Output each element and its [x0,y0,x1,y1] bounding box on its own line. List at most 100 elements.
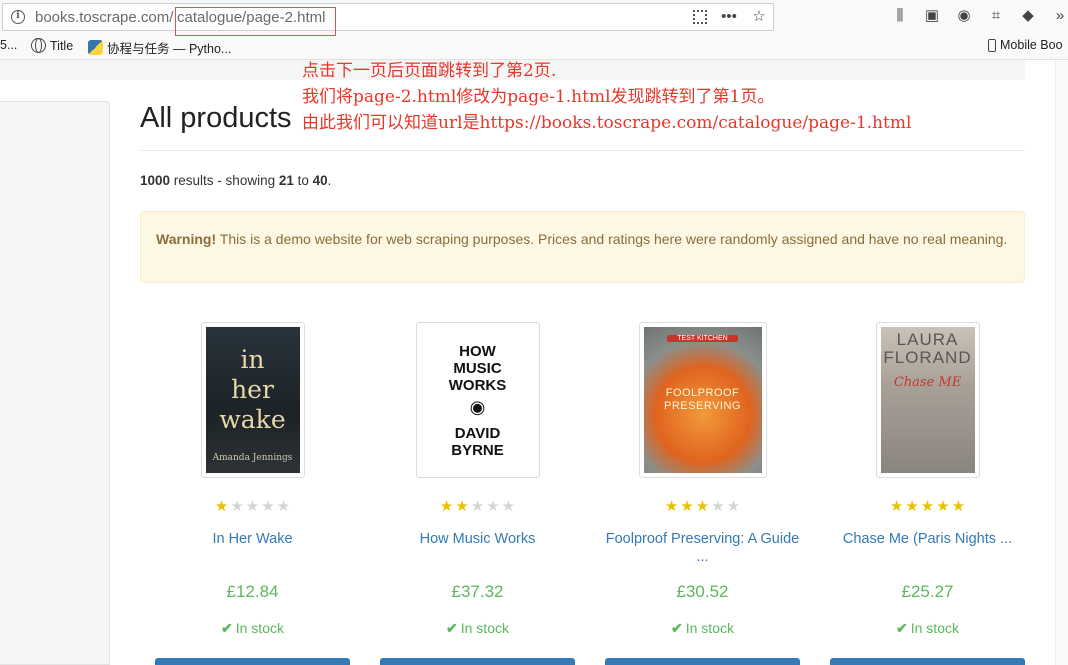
bookmark-title[interactable]: Title [31,38,73,53]
star-icon: ★ [501,498,516,515]
bookmark-label: 协程与任务 — Pytho... [107,42,232,56]
bookmark-label: 5... [0,38,18,52]
bookmark-label: Title [50,38,74,53]
star-icon: ★ [486,498,500,515]
cover-title-line: in [240,345,265,374]
cover-title-line: LAURA [896,330,959,349]
product-title-link[interactable]: Chase Me (Paris Nights ... [830,530,1025,568]
star-icon: ★ [664,498,679,515]
results-summary: 1000 results - showing 21 to 40. [140,173,332,188]
check-icon: ✔ [896,620,908,636]
category-sidebar [0,101,110,665]
star-icon: ★ [276,498,291,515]
product-title-link[interactable]: In Her Wake [155,530,350,568]
warning-text: This is a demo website for web scraping … [216,231,1008,247]
star-icon: ★ [214,498,229,515]
stock-status: ✔ In stock [446,620,509,636]
add-to-basket-button[interactable] [830,658,1025,665]
cover-title-line: PRESERVING [664,400,741,412]
annotation-line: 由此我们可以知道url是https://books.toscrape.com/c… [302,113,912,133]
product-card: TEST KITCHEN FOOLPROOF PRESERVING ★ ★ ★ ★ ★ … [605,322,800,665]
bookmark-label: Mobile Boo [1000,38,1063,52]
star-icon: ★ [230,498,244,515]
star-icon: ★ [245,498,260,515]
cover-kicker: TEST KITCHEN [667,335,738,342]
star-icon: ★ [261,498,275,515]
cover-author: Amanda Jennings [212,453,293,463]
sidebar-icon[interactable]: ▣ [924,8,940,24]
stock-status: ✔ In stock [221,620,284,636]
product-card: HOW MUSIC WORKS ◉ DAVID BYRNE ★ ★ ★ ★ ★ How … [380,322,575,665]
cover-title-line: FOOLPROOF [665,387,740,399]
star-icon: ★ [439,498,454,515]
url-domain: books.toscrape.com/ [35,9,174,26]
annotation-line: 我们将page-2.html修改为page-1.html发现跳转到了第1页。 [302,87,775,107]
cover-script-title: Chase ME [893,375,962,390]
cover-author: DAVID BYRNE [451,425,504,459]
cover-title-line: MUSIC [453,360,502,377]
cover-title-line: HOW [459,343,496,360]
add-to-basket-button[interactable] [605,658,800,665]
star-rating: ★ ★ ★ ★ ★ [155,498,350,515]
annotation-line: 点击下一页后页面跳转到了第2页. [302,61,557,81]
warning-alert: Warning! This is a demo website for web … [140,211,1025,283]
product-title-link[interactable]: Foolproof Preserving: A Guide ... [605,530,800,568]
star-icon: ★ [695,498,710,515]
bookmark-star-icon[interactable]: ☆ [751,9,767,25]
cover-title-line: her [231,375,274,404]
star-icon: ★ [711,498,725,515]
account-icon[interactable]: ◉ [956,8,972,24]
annotation-note: 点击下一页后页面跳转到了第2页. 我们将page-2.html修改为page-1… [302,58,911,136]
warning-label: Warning! [156,231,217,247]
star-icon: ★ [951,498,966,515]
star-icon: ★ [905,498,919,515]
add-to-basket-button[interactable] [380,658,575,665]
page-edge [1055,60,1068,665]
speaker-icon: ◉ [469,397,486,417]
product-price: £25.27 [901,582,954,601]
star-icon: ★ [680,498,694,515]
bookmark-item[interactable]: 5... [0,38,17,52]
globe-icon [31,38,46,53]
divider [140,150,1025,151]
library-icon[interactable]: ⫼ [892,8,908,24]
bookmark-python[interactable]: 协程与任务 — Pytho... [88,38,231,57]
product-card: LAURA FLORAND Chase ME ★ ★ ★ ★ ★ Chase Me (P… [830,322,1025,665]
browser-chrome: i books.toscrape.com/ catalogue/page-2.h… [0,0,1068,60]
stock-status: ✔ In stock [671,620,734,636]
check-icon: ✔ [671,620,683,636]
url-bar[interactable]: i books.toscrape.com/ catalogue/page-2.h… [2,3,774,36]
more-actions-icon[interactable]: ••• [721,9,737,25]
stock-status: ✔ In stock [896,620,959,636]
book-cover[interactable]: TEST KITCHEN FOOLPROOF PRESERVING [638,322,767,478]
book-cover[interactable]: HOW MUSIC WORKS ◉ DAVID BYRNE [415,322,540,478]
star-icon: ★ [920,498,935,515]
overflow-icon[interactable]: » [1052,8,1068,24]
star-rating: ★ ★ ★ ★ ★ [605,498,800,515]
star-icon: ★ [936,498,950,515]
site-info-icon[interactable]: i [11,10,25,24]
product-title-link[interactable]: How Music Works [380,530,575,568]
product-price: £12.84 [226,582,279,601]
check-icon: ✔ [446,620,458,636]
book-cover[interactable]: LAURA FLORAND Chase ME [875,322,980,478]
cover-title-line: FLORAND [883,348,972,367]
product-price: £30.52 [676,582,729,601]
product-card: in her wake Amanda Jennings ★ ★ ★ ★ ★ In Her… [155,322,350,665]
star-icon: ★ [726,498,741,515]
cover-title-line: WORKS [448,377,507,394]
product-price: £37.32 [451,582,504,601]
bookmark-mobile[interactable]: Mobile Boo [988,38,1063,52]
screenshot-icon[interactable]: ⌗ [988,8,1004,24]
url-highlight-box [175,7,336,36]
phone-icon [988,38,996,52]
star-icon: ★ [455,498,469,515]
bookmarks-bar: 5... Title 协程与任务 — Pytho... Mobile Boo [0,36,1068,58]
qr-code-icon[interactable] [693,10,707,24]
python-icon [88,40,103,55]
check-icon: ✔ [221,620,233,636]
chat-icon[interactable]: ◆ [1020,8,1036,24]
star-rating: ★ ★ ★ ★ ★ [830,498,1025,515]
book-cover[interactable]: in her wake Amanda Jennings [200,322,305,478]
add-to-basket-button[interactable] [155,658,350,665]
